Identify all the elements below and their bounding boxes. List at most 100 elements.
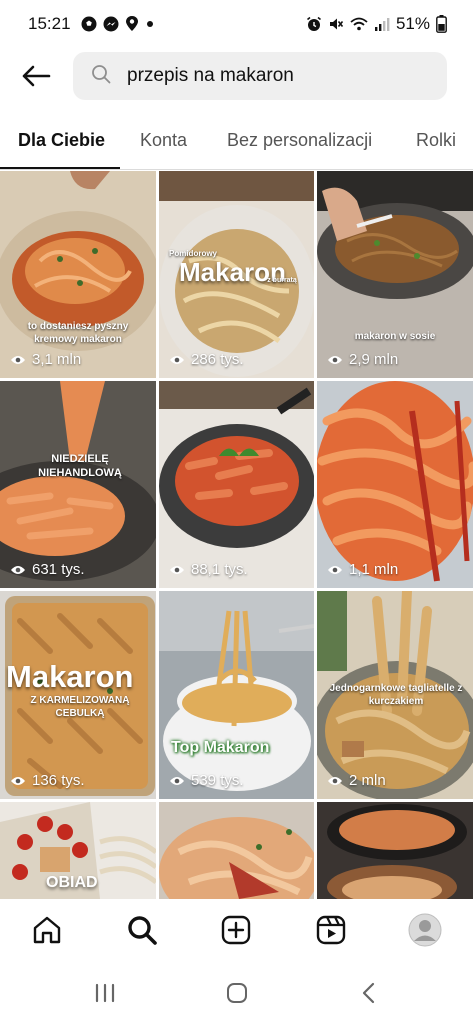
view-count: 539 tys. <box>169 772 244 789</box>
grid-item[interactable]: Jednogarnkowe tagliatelle z kurczakiem 2… <box>317 591 473 799</box>
mute-icon <box>328 16 344 32</box>
view-count-text: 539 tys. <box>191 772 244 789</box>
pasta-thumbnail <box>0 171 156 351</box>
pasta-thumbnail <box>159 381 314 548</box>
grid-item[interactable]: OBIAD <box>0 802 156 899</box>
signal-icon <box>374 16 390 32</box>
eye-icon <box>328 355 342 364</box>
tab-rolki[interactable]: Rolki <box>416 130 456 151</box>
search-input[interactable]: przepis na makaron <box>73 52 447 100</box>
back-chevron-icon <box>362 982 375 1004</box>
view-count: 2 mln <box>327 772 386 789</box>
create-icon <box>221 915 251 945</box>
eye-icon <box>170 565 184 574</box>
back-button[interactable] <box>18 60 54 92</box>
active-tab-indicator <box>0 167 120 169</box>
view-count: 286 tys. <box>169 351 244 368</box>
back-arrow-icon <box>22 65 51 87</box>
dot-icon <box>145 19 155 29</box>
eye-icon <box>170 355 184 364</box>
battery-level: 51% <box>395 14 430 33</box>
pasta-thumbnail <box>159 817 314 899</box>
wifi-icon <box>350 16 368 32</box>
tile-caption: NIEDZIELĘ NIEHANDLOWĄ <box>38 453 122 479</box>
tab-bez-personalizacji[interactable]: Bez personalizacji <box>227 130 372 151</box>
grid-item[interactable]: Top Makaron 539 tys. <box>159 591 314 799</box>
pasta-thumbnail <box>317 381 473 582</box>
view-count: 631 tys. <box>10 561 85 578</box>
search-icon <box>91 64 111 89</box>
view-count-text: 286 tys. <box>191 351 244 368</box>
grid-item[interactable]: makaron w sosie 2,9 mln <box>317 171 473 378</box>
status-time: 15:21 <box>28 14 71 33</box>
tile-caption-bottom: z burratą <box>267 277 297 284</box>
eye-icon <box>11 565 25 574</box>
battery-icon <box>436 15 447 33</box>
grid-item[interactable]: Makaron Z KARMELIZOWANĄ CEBULKĄ 136 tys. <box>0 591 156 799</box>
eye-icon <box>11 776 25 785</box>
reels-icon <box>316 915 346 945</box>
tile-title: Top Makaron <box>171 739 270 756</box>
tile-title: OBIAD <box>46 874 98 891</box>
tab-dla-ciebie[interactable]: Dla Ciebie <box>18 130 105 151</box>
view-count: 88,1 tys. <box>169 561 248 578</box>
pasta-thumbnail <box>327 804 467 899</box>
eye-icon <box>11 355 25 364</box>
home-circle-icon <box>227 983 247 1003</box>
soccer-ball-icon <box>81 16 97 32</box>
search-query: przepis na makaron <box>127 65 294 86</box>
alarm-icon <box>306 16 322 32</box>
search-icon <box>128 916 157 945</box>
recents-icon <box>95 983 115 1003</box>
home-icon <box>33 916 61 944</box>
tile-title: Makaron <box>6 659 134 694</box>
view-count-text: 88,1 tys. <box>191 561 248 578</box>
tab-bar: Dla Ciebie Konta Bez personalizacji Rolk… <box>0 118 473 170</box>
reels-button[interactable] <box>312 911 350 949</box>
search-header: przepis na makaron <box>0 50 473 102</box>
pasta-thumbnail <box>317 171 473 299</box>
view-count-text: 3,1 mln <box>32 351 82 368</box>
view-count-text: 2,9 mln <box>349 351 399 368</box>
tile-caption-bottom: Z KARMELIZOWANĄ CEBULKĄ <box>30 695 130 719</box>
bottom-nav <box>0 899 473 961</box>
status-right: 51% <box>306 14 447 34</box>
tab-konta[interactable]: Konta <box>140 130 187 151</box>
home-button[interactable] <box>28 911 66 949</box>
grid-item[interactable] <box>317 802 473 899</box>
tile-caption: Jednogarnkowe tagliatelle z kurczakiem <box>329 683 463 707</box>
profile-button[interactable] <box>406 911 444 949</box>
eye-icon <box>328 565 342 574</box>
eye-icon <box>328 776 342 785</box>
grid-item[interactable]: NIEDZIELĘ NIEHANDLOWĄ 631 tys. <box>0 381 156 588</box>
grid-item[interactable] <box>159 802 314 899</box>
view-count: 3,1 mln <box>10 351 81 368</box>
view-count: 2,9 mln <box>327 351 398 368</box>
view-count-text: 2 mln <box>349 772 386 789</box>
view-count-text: 136 tys. <box>32 772 85 789</box>
create-button[interactable] <box>217 911 255 949</box>
grid-item[interactable]: 88,1 tys. <box>159 381 314 588</box>
messenger-icon <box>103 16 119 32</box>
view-count: 1,1 mln <box>327 561 398 578</box>
grid-item[interactable]: 1,1 mln <box>317 381 473 588</box>
tile-caption: makaron w sosie <box>354 331 436 342</box>
view-count-text: 1,1 mln <box>349 561 399 578</box>
recents-button[interactable] <box>90 979 120 1007</box>
results-grid: to dostaniesz pyszny kremowy makaron 3,1… <box>0 171 473 899</box>
status-bar: 15:21 51% <box>0 0 473 48</box>
pasta-thumbnail <box>159 591 314 791</box>
system-home-button[interactable] <box>222 979 252 1007</box>
status-left: 15:21 <box>28 14 155 34</box>
view-count: 136 tys. <box>10 772 85 789</box>
grid-item[interactable]: to dostaniesz pyszny kremowy makaron 3,1… <box>0 171 156 378</box>
pasta-thumbnail <box>0 381 156 581</box>
location-pin-icon <box>125 16 139 32</box>
grid-item[interactable]: Pomidorowy Makaron z burratą 286 tys. <box>159 171 314 378</box>
tile-caption: to dostaniesz pyszny kremowy makaron <box>27 321 129 345</box>
eye-icon <box>170 776 184 785</box>
system-nav <box>0 961 473 1024</box>
system-back-button[interactable] <box>354 979 384 1007</box>
search-nav-button[interactable] <box>123 911 161 949</box>
profile-avatar <box>408 913 442 947</box>
